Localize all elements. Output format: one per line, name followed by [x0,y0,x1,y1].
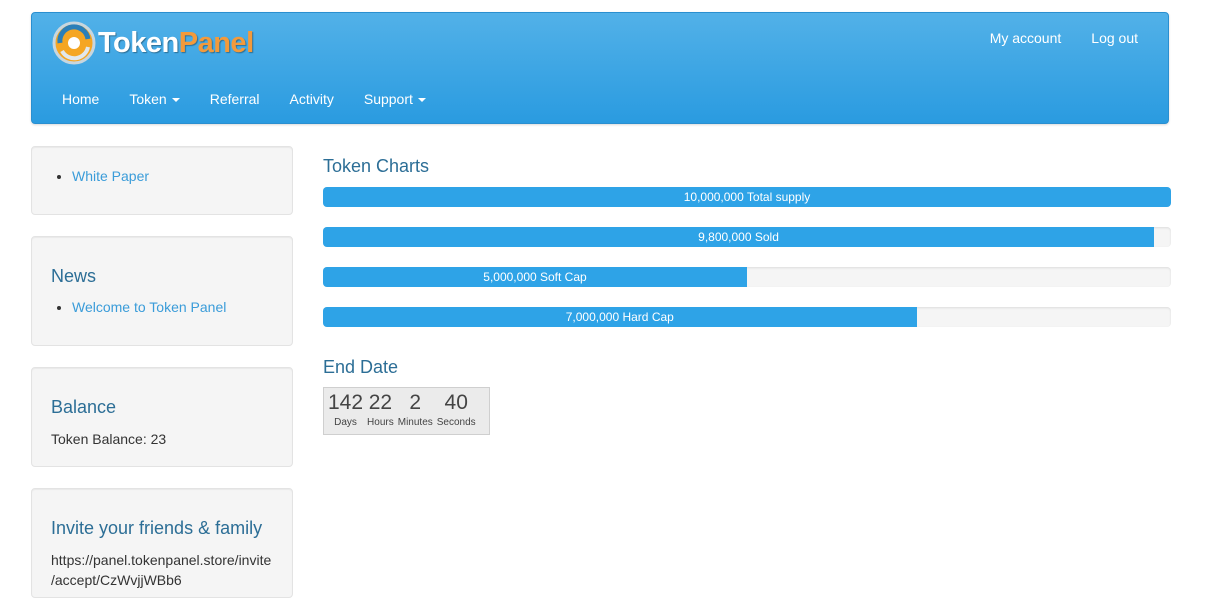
news-title: News [51,266,97,286]
countdown-timer: 142 Days 22 Hours 2 Minutes 40 Seconds [323,387,490,435]
list-item: Welcome to Token Panel [72,297,226,317]
nav-referral[interactable]: Referral [210,91,260,107]
countdown-label: Days [334,417,357,428]
logo[interactable]: TokenPanel [52,21,254,65]
end-date-title: End Date [323,357,399,377]
nav-home[interactable]: Home [62,91,99,107]
token-balance-text: Token Balance: 23 [51,431,167,447]
countdown-label: Minutes [397,417,433,428]
hard-cap-progress: 7,000,000 Hard Cap [323,307,1171,327]
progress-bar: 5,000,000 Soft Cap [323,267,747,287]
news-link[interactable]: Welcome to Token Panel [72,299,226,315]
balance-panel: Balance Token Balance: 23 [31,367,293,467]
white-paper-link[interactable]: White Paper [72,168,149,184]
logo-text: TokenPanel [98,26,254,59]
invite-url-line2[interactable]: /accept/CzWvjjWBb6 [51,570,182,590]
list-item: White Paper [72,166,149,186]
countdown-value: 40 [444,391,468,414]
countdown-value: 2 [409,391,422,414]
total-supply-progress: 10,000,000 Total supply [323,187,1171,207]
countdown-hours: 22 Hours [365,388,396,434]
links-list: White Paper [32,166,149,186]
token-charts-title: Token Charts [323,156,430,176]
account-links: My account Log out [990,30,1138,46]
countdown-label: Hours [367,417,394,428]
logo-icon [52,21,96,65]
log-out-link[interactable]: Log out [1091,30,1138,46]
news-list: Welcome to Token Panel [32,297,226,317]
invite-url-line1[interactable]: https://panel.tokenpanel.store/invite [51,550,271,570]
nav-activity[interactable]: Activity [290,91,334,107]
balance-title: Balance [51,397,117,417]
countdown-label: Seconds [436,417,476,428]
nav-support[interactable]: Support [364,91,426,107]
links-panel: White Paper [31,146,293,215]
invite-panel: Invite your friends & family https://pan… [31,488,293,598]
invite-title: Invite your friends & family [51,518,263,538]
progress-bar: 10,000,000 Total supply [323,187,1171,207]
my-account-link[interactable]: My account [990,30,1062,46]
sold-progress: 9,800,000 Sold [323,227,1171,247]
progress-bar: 7,000,000 Hard Cap [323,307,917,327]
caret-down-icon [171,98,180,103]
countdown-value: 22 [368,391,393,414]
caret-down-icon [417,98,426,103]
countdown-seconds: 40 Seconds [435,388,478,434]
main-nav: Home Token Referral Activity Support [62,91,426,107]
progress-bar: 9,800,000 Sold [323,227,1155,247]
countdown-minutes: 2 Minutes [396,388,435,434]
countdown-days: 142 Days [326,388,365,434]
top-navbar: TokenPanel My account Log out Home Token… [31,12,1169,124]
soft-cap-progress: 5,000,000 Soft Cap [323,267,1171,287]
news-panel: News Welcome to Token Panel [31,236,293,346]
countdown-value: 142 [328,391,364,414]
nav-token[interactable]: Token [129,91,180,107]
